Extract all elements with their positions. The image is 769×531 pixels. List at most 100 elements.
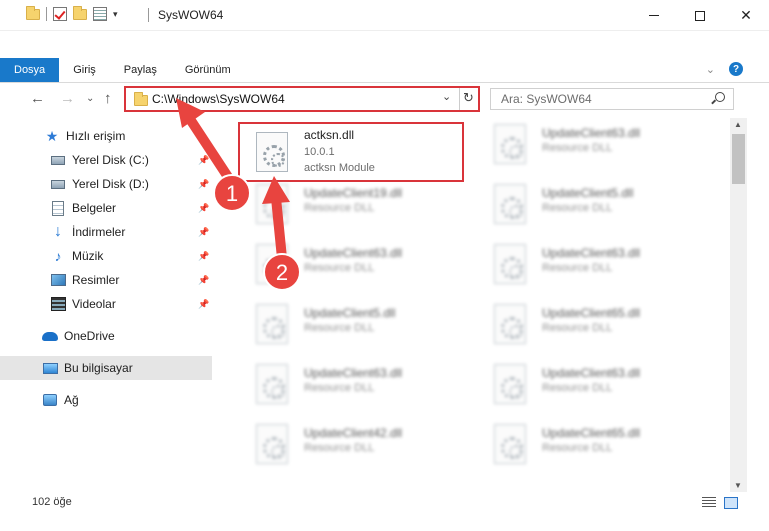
dll-file-icon bbox=[256, 364, 288, 404]
customize-icon[interactable] bbox=[93, 7, 107, 21]
tab-file[interactable]: Dosya bbox=[0, 58, 60, 82]
address-folder-icon bbox=[134, 92, 148, 106]
file-version: 10.0.1 bbox=[304, 146, 335, 158]
file-name: UpdateClient5.dll bbox=[542, 186, 634, 200]
file-description: Resource DLL bbox=[542, 382, 613, 394]
new-folder-icon[interactable] bbox=[73, 5, 87, 20]
folder-icon bbox=[26, 5, 40, 20]
network-icon bbox=[42, 392, 58, 408]
dll-file-icon bbox=[494, 244, 526, 284]
maximize-button[interactable] bbox=[677, 0, 723, 31]
refresh-icon[interactable]: ↻ bbox=[463, 90, 474, 106]
sidebar-item-label: Müzik bbox=[72, 249, 104, 263]
sidebar-item-local-disk-c[interactable]: Yerel Disk (C:) 📌 bbox=[0, 148, 212, 172]
file-name: UpdateClient63.dll bbox=[542, 246, 641, 260]
sidebar-item-local-disk-d[interactable]: Yerel Disk (D:) 📌 bbox=[0, 172, 212, 196]
file-item[interactable]: UpdateClient5.dll Resource DLL bbox=[478, 178, 698, 234]
scroll-up-icon[interactable]: ▲ bbox=[734, 120, 742, 129]
search-placeholder[interactable]: Ara: SysWOW64 bbox=[501, 92, 592, 106]
file-item-actksn-dll[interactable]: actksn.dll 10.0.1 actksn Module bbox=[238, 122, 464, 182]
details-view-icon[interactable] bbox=[702, 497, 716, 509]
forward-arrow-icon[interactable]: → bbox=[60, 90, 75, 107]
file-description: Resource DLL bbox=[542, 442, 613, 454]
sidebar-item-pictures[interactable]: Resimler 📌 bbox=[0, 268, 212, 292]
scroll-down-icon[interactable]: ▼ bbox=[734, 481, 742, 490]
large-icons-view-icon[interactable] bbox=[724, 497, 738, 509]
sidebar-item-onedrive[interactable]: OneDrive bbox=[0, 324, 212, 348]
file-item[interactable]: UpdateClient65.dll Resource DLL bbox=[478, 298, 698, 354]
close-button[interactable]: ✕ bbox=[723, 0, 769, 31]
file-description: actksn Module bbox=[304, 162, 375, 174]
dll-file-icon bbox=[256, 184, 288, 224]
dll-file-icon bbox=[256, 304, 288, 344]
qat-dropdown-icon[interactable]: ▾ bbox=[113, 9, 118, 20]
help-icon[interactable]: ? bbox=[729, 62, 743, 76]
pin-icon[interactable]: 📌 bbox=[198, 275, 209, 286]
search-box[interactable]: Ara: SysWOW64 bbox=[490, 88, 734, 110]
sidebar-item-label: Belgeler bbox=[72, 201, 117, 215]
search-icon[interactable] bbox=[715, 92, 725, 102]
pin-icon[interactable]: 📌 bbox=[198, 179, 209, 190]
sidebar-item-music[interactable]: ♪ Müzik 📌 bbox=[0, 244, 212, 268]
sidebar-item-label: Videolar bbox=[72, 297, 116, 311]
sidebar-item-this-pc[interactable]: Bu bilgisayar bbox=[0, 356, 212, 380]
file-item[interactable]: UpdateClient63.dll Resource DLL bbox=[478, 238, 698, 294]
title-bar: ▾ SysWOW64 ✕ bbox=[0, 0, 769, 31]
item-count: 102 öğe bbox=[32, 496, 72, 508]
pin-icon[interactable]: 📌 bbox=[198, 299, 209, 310]
pin-icon[interactable]: 📌 bbox=[198, 155, 209, 166]
expand-ribbon-icon[interactable]: ⌄ bbox=[706, 63, 715, 76]
tab-share[interactable]: Paylaş bbox=[110, 58, 171, 82]
scrollbar-thumb[interactable] bbox=[732, 134, 745, 184]
downloads-icon: ↓ bbox=[54, 223, 62, 240]
dll-file-icon bbox=[494, 304, 526, 344]
ribbon-tabs: Dosya Giriş Paylaş Görünüm bbox=[0, 58, 245, 82]
file-name: UpdateClient42.dll bbox=[304, 426, 403, 440]
file-name: UpdateClient63.dll bbox=[304, 366, 403, 380]
file-item[interactable]: UpdateClient63.dll Resource DLL bbox=[478, 358, 698, 414]
sidebar-item-network[interactable]: Ağ bbox=[0, 388, 212, 412]
recent-locations-icon[interactable]: ⌄ bbox=[86, 93, 94, 104]
dll-file-icon bbox=[256, 132, 288, 172]
sidebar-item-label: İndirmeler bbox=[72, 225, 126, 239]
file-item[interactable]: UpdateClient65.dll Resource DLL bbox=[478, 418, 698, 474]
minimize-button[interactable] bbox=[631, 0, 677, 31]
file-item[interactable]: UpdateClient42.dll Resource DLL bbox=[240, 418, 460, 474]
dll-file-icon bbox=[256, 244, 288, 284]
file-name: actksn.dll bbox=[304, 128, 355, 142]
back-arrow-icon[interactable]: ← bbox=[30, 90, 45, 107]
file-item[interactable]: UpdateClient63.dll Resource DLL bbox=[240, 358, 460, 414]
sidebar-item-label: Yerel Disk (C:) bbox=[72, 153, 149, 167]
pin-icon[interactable]: 📌 bbox=[198, 203, 209, 214]
onedrive-icon bbox=[42, 328, 58, 344]
file-name: UpdateClient63.dll bbox=[542, 126, 641, 140]
address-path[interactable]: C:\Windows\SysWOW64 bbox=[152, 92, 285, 106]
sidebar-item-downloads[interactable]: ↓ İndirmeler 📌 bbox=[0, 220, 212, 244]
address-bar[interactable]: C:\Windows\SysWOW64 ⌄ ↻ bbox=[124, 86, 480, 112]
pin-icon[interactable]: 📌 bbox=[198, 251, 209, 262]
properties-check-icon[interactable] bbox=[53, 7, 67, 21]
minimize-icon bbox=[649, 15, 659, 16]
vertical-scrollbar[interactable]: ▲ ▼ bbox=[730, 118, 747, 492]
file-item[interactable]: UpdateClient19.dll Resource DLL bbox=[240, 178, 460, 234]
up-arrow-icon[interactable]: ↑ bbox=[104, 90, 112, 107]
file-name: UpdateClient5.dll bbox=[304, 306, 396, 320]
file-item[interactable]: UpdateClient63.dll Resource DLL bbox=[240, 238, 460, 294]
address-dropdown-icon[interactable]: ⌄ bbox=[442, 90, 451, 103]
sidebar-item-documents[interactable]: Belgeler 📌 bbox=[0, 196, 212, 220]
tab-view[interactable]: Görünüm bbox=[171, 58, 245, 82]
pin-icon[interactable]: 📌 bbox=[198, 227, 209, 238]
file-name: UpdateClient65.dll bbox=[542, 426, 641, 440]
tab-home[interactable]: Giriş bbox=[59, 58, 110, 82]
quick-access-toolbar: ▾ bbox=[26, 5, 118, 21]
file-item[interactable]: UpdateClient63.dll Resource DLL bbox=[478, 118, 698, 174]
sidebar-item-quick-access[interactable]: ★ Hızlı erişim bbox=[0, 124, 212, 148]
file-item[interactable]: UpdateClient5.dll Resource DLL bbox=[240, 298, 460, 354]
file-description: Resource DLL bbox=[542, 142, 613, 154]
file-description: Resource DLL bbox=[542, 202, 613, 214]
disk-icon bbox=[50, 176, 66, 192]
file-description: Resource DLL bbox=[304, 442, 375, 454]
sidebar-item-videos[interactable]: Videolar 📌 bbox=[0, 292, 212, 316]
sidebar-item-label: Yerel Disk (D:) bbox=[72, 177, 149, 191]
sidebar-item-label: Resimler bbox=[72, 273, 120, 287]
